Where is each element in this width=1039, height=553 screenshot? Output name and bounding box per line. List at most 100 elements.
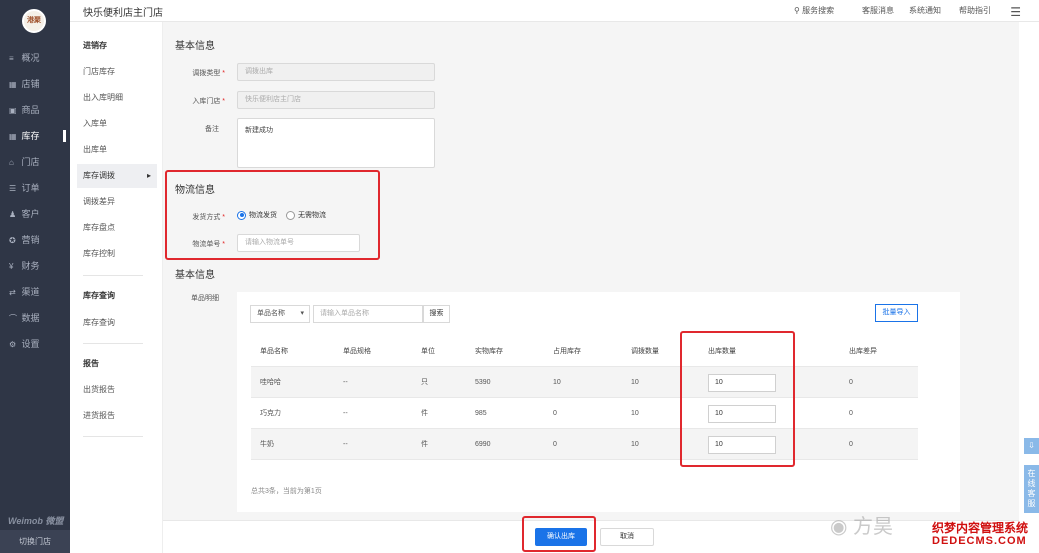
cell-unit: 只 (421, 379, 428, 386)
download-icon[interactable]: ⇩ (1024, 438, 1039, 454)
site-watermark-name: 织梦内容管理系统 (932, 521, 1029, 535)
finance-icon: ¥ (9, 262, 14, 271)
subnav-item-stocktake[interactable]: 库存盘点 (77, 216, 157, 240)
cell-unit: 件 (421, 441, 428, 448)
cell-name: 牛奶 (260, 441, 274, 448)
subnav-item-transfer[interactable]: 库存调拨 (77, 164, 157, 188)
nav-item-data[interactable]: ⌒ 数据 (0, 308, 70, 328)
section-title-basic: 基本信息 (175, 41, 215, 52)
radio-unchecked-icon (286, 210, 295, 220)
site-watermark-url: DEDECMS.COM (932, 535, 1027, 547)
product-search-input[interactable]: 请输入单品名称 (313, 305, 423, 323)
cell-spec: -- (343, 410, 348, 417)
nav-item-orders[interactable]: ☰ 订单 (0, 178, 70, 198)
outbound-qty-input[interactable]: 10 (708, 436, 776, 454)
remark-textarea[interactable]: 新建成功 (237, 118, 435, 168)
nav-item-customers[interactable]: ♟ 客户 (0, 204, 70, 224)
chevron-down-icon: ▾ (300, 310, 304, 317)
subnav-group-title: 报告 (83, 359, 99, 368)
secondary-sidebar: 进销存 门店库存 出入库明细 入库单 出库单 库存调拨 调拨差异 库存盘点 库存… (70, 22, 163, 553)
search-button[interactable]: 搜索 (423, 305, 450, 323)
orders-icon: ☰ (9, 184, 17, 193)
subnav-item-outbound[interactable]: 出库单 (77, 138, 157, 162)
cell-diff: 0 (849, 379, 853, 386)
nav-item-goods[interactable]: ▣ 商品 (0, 100, 70, 120)
subnav-item-stock-detail[interactable]: 出入库明细 (77, 86, 157, 110)
system-notice-link[interactable]: 系统通知 (909, 5, 941, 16)
remark-label: 备注 (205, 126, 219, 133)
channels-icon: ⇄ (9, 288, 16, 297)
customers-icon: ♟ (9, 210, 17, 219)
section-title-logistics: 物流信息 (175, 185, 215, 196)
store-logo[interactable]: 港聚 (22, 9, 46, 33)
transfer-type-label: 调拨类型 (169, 68, 225, 78)
overview-icon: ≡ (9, 54, 14, 63)
cell-unit: 件 (421, 410, 428, 417)
nav-item-shop[interactable]: ▦ 店铺 (0, 74, 70, 94)
radio-logistics-ship[interactable]: 物流发货 (237, 210, 277, 220)
inbound-store-field: 快乐便利店主门店 (237, 91, 435, 109)
product-table: 单品名称 单品规格 单位 实物库存 占用库存 调拨数量 出库数量 出库差异 哇哈… (251, 336, 918, 460)
cell-transfer: 10 (631, 410, 639, 417)
nav-item-channels[interactable]: ⇄ 渠道 (0, 282, 70, 302)
outbound-qty-input[interactable]: 10 (708, 405, 776, 423)
product-panel: 单品名称 ▾ 请输入单品名称 搜索 批量导入 单品名称 单品规格 单位 实物库存… (237, 292, 960, 512)
bulk-import-button[interactable]: 批量导入 (875, 304, 918, 322)
cell-name: 哇哈哈 (260, 379, 281, 386)
column-header: 实物库存 (475, 348, 503, 355)
subnav-item-shipment-report[interactable]: 出货报告 (77, 378, 157, 402)
outbound-qty-input[interactable]: 10 (708, 374, 776, 392)
cell-occupied: 0 (553, 441, 557, 448)
weibo-watermark: ◉ 方昊 (830, 516, 894, 538)
pagination-info: 总共3条，当前为第1页 (251, 488, 322, 495)
table-header: 单品名称 单品规格 单位 实物库存 占用库存 调拨数量 出库数量 出库差异 (251, 336, 918, 367)
column-header: 出库数量 (708, 348, 736, 355)
subnav-item-stock-query[interactable]: 库存查询 (77, 311, 157, 335)
divider (83, 275, 143, 276)
cancel-button[interactable]: 取消 (600, 528, 654, 546)
service-search-link[interactable]: ⚲ 服务搜索 (794, 5, 834, 16)
cell-occupied: 0 (553, 410, 557, 417)
table-row: 巧克力 -- 件 985 0 10 10 0 (251, 398, 918, 429)
store-name: 快乐便利店主门店 (83, 8, 163, 19)
tracking-number-input[interactable]: 请输入物流单号 (237, 234, 360, 252)
nav-item-overview[interactable]: ≡ 概况 (0, 48, 70, 68)
column-header: 单品名称 (260, 348, 288, 355)
customer-message-link[interactable]: 客服消息 (862, 5, 894, 16)
cell-transfer: 10 (631, 441, 639, 448)
nav-item-settings[interactable]: ⚙ 设置 (0, 334, 70, 354)
subnav-group-title: 库存查询 (83, 291, 115, 300)
nav-item-inventory[interactable]: ▦ 库存 (0, 126, 70, 146)
divider (83, 436, 143, 437)
nav-item-marketing[interactable]: ✪ 营销 (0, 230, 70, 250)
transfer-type-field: 调拨出库 (237, 63, 435, 81)
switch-store-button[interactable]: 切换门店 (0, 530, 70, 553)
confirm-outbound-button[interactable]: 确认出库 (535, 528, 587, 546)
subnav-item-stock-control[interactable]: 库存控制 (77, 242, 157, 266)
goods-icon: ▣ (9, 106, 17, 115)
column-header: 单位 (421, 348, 435, 355)
radio-no-logistics[interactable]: 无需物流 (286, 210, 326, 220)
subnav-item-inbound[interactable]: 入库单 (77, 112, 157, 136)
help-guide-link[interactable]: 帮助指引 (959, 5, 991, 16)
shop-icon: ▦ (9, 80, 17, 89)
subnav-group-title: 进销存 (83, 41, 107, 50)
online-service-button[interactable]: 在线客服 (1024, 465, 1039, 513)
cell-spec: -- (343, 441, 348, 448)
hamburger-menu-icon[interactable]: ☰ (1010, 5, 1021, 19)
weibo-icon: ◉ (830, 516, 848, 538)
subnav-item-store-stock[interactable]: 门店库存 (77, 60, 157, 84)
inventory-icon: ▦ (9, 132, 17, 141)
table-row: 牛奶 -- 件 6990 0 10 10 0 (251, 429, 918, 460)
radio-checked-icon (237, 210, 246, 220)
cell-name: 巧克力 (260, 410, 281, 417)
divider (83, 343, 143, 344)
nav-item-finance[interactable]: ¥ 财务 (0, 256, 70, 276)
filter-field-select[interactable]: 单品名称 ▾ (250, 305, 310, 323)
inbound-store-label: 入库门店 (169, 96, 225, 106)
subnav-item-purchase-report[interactable]: 进货报告 (77, 404, 157, 428)
column-header: 调拨数量 (631, 348, 659, 355)
subnav-item-transfer-diff[interactable]: 调拨差异 (77, 190, 157, 214)
nav-item-store[interactable]: ⌂ 门店 (0, 152, 70, 172)
store-icon: ⌂ (9, 158, 14, 167)
